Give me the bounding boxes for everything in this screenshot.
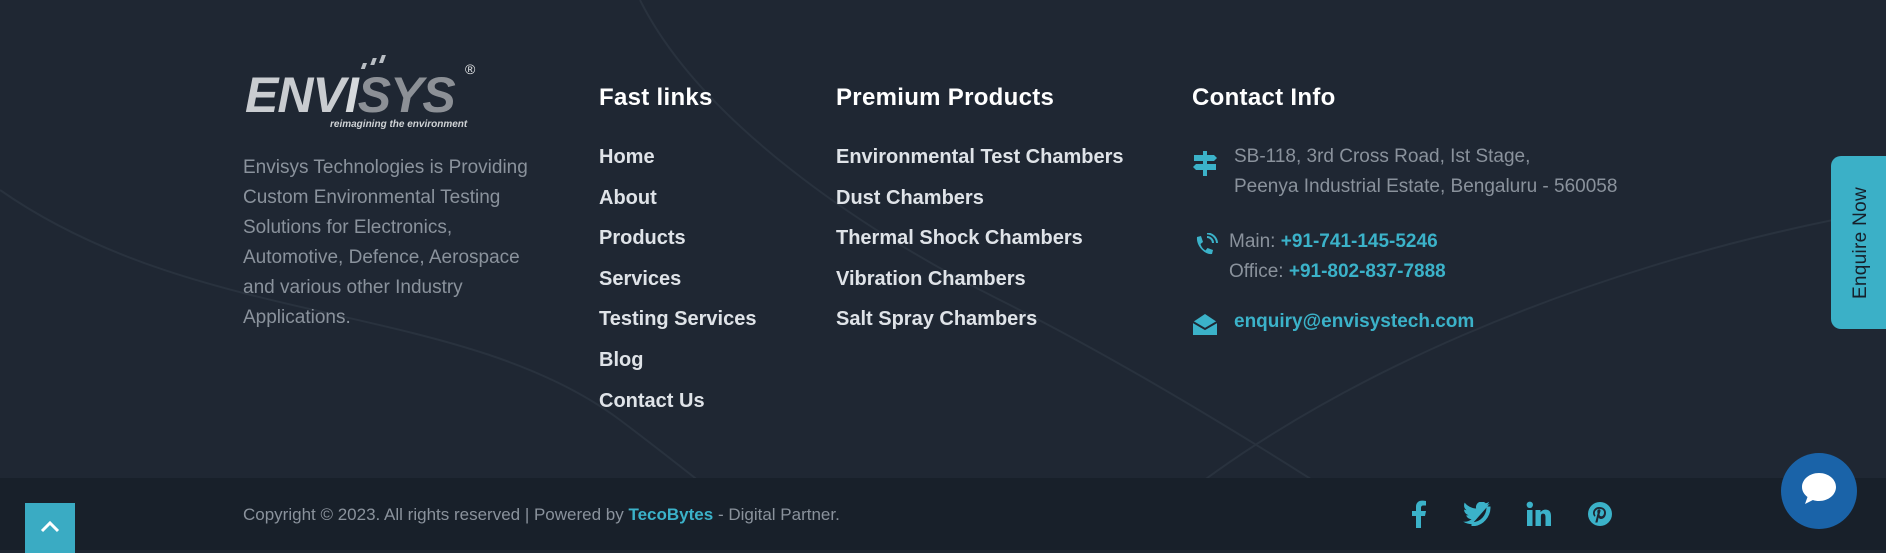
enquire-now-label: Enquire Now	[1850, 186, 1872, 299]
footer-main: ENVISYS ® reimagining the environment En…	[0, 0, 1886, 478]
main-phone-line: Main: +91-741-145-5246	[1229, 227, 1438, 257]
fast-link-products[interactable]: Products	[599, 227, 686, 249]
signpost-icon	[1192, 150, 1218, 176]
product-link-environmental-test-chambers[interactable]: Environmental Test Chambers	[836, 146, 1123, 168]
logo-graphic: ENVISYS ® reimagining the environment	[245, 55, 476, 130]
pinterest-icon	[1587, 501, 1613, 532]
fast-links-list: Home About Products Services Testing Ser…	[599, 143, 756, 427]
svg-text:ENVISYS: ENVISYS	[245, 67, 455, 123]
envelope-open-icon	[1192, 311, 1218, 337]
chevron-up-icon	[40, 519, 60, 538]
product-link-thermal-shock-chambers[interactable]: Thermal Shock Chambers	[836, 227, 1083, 249]
premium-products-title: Premium Products	[836, 84, 1055, 111]
scroll-to-top-button[interactable]	[25, 503, 75, 553]
facebook-link[interactable]	[1403, 500, 1435, 532]
registered-mark: ®	[465, 61, 476, 77]
product-link-dust-chambers[interactable]: Dust Chambers	[836, 187, 984, 209]
envisys-logo[interactable]: ENVISYS ® reimagining the environment	[243, 52, 483, 132]
main-phone-link[interactable]: +91-741-145-5246	[1281, 231, 1438, 252]
address-line-2: Peenya Industrial Estate, Bengaluru - 56…	[1234, 176, 1618, 197]
office-phone-line: Office: +91-802-837-7888	[1229, 257, 1446, 287]
premium-products-list: Environmental Test Chambers Dust Chamber…	[836, 143, 1123, 346]
email-link[interactable]: enquiry@envisystech.com	[1234, 307, 1474, 337]
linkedin-icon	[1526, 501, 1552, 532]
enquire-now-tab[interactable]: Enquire Now	[1831, 156, 1886, 329]
copyright-suffix: - Digital Partner.	[717, 505, 840, 524]
tecobytes-link[interactable]: TecoBytes	[628, 505, 713, 524]
phone-volume-icon	[1192, 232, 1218, 259]
address-line-1: SB-118, 3rd Cross Road, Ist Stage,	[1234, 146, 1531, 167]
copyright-text: Copyright © 2023. All rights reserved | …	[243, 503, 840, 527]
office-phone-label: Office:	[1229, 261, 1284, 282]
linkedin-link[interactable]	[1523, 500, 1555, 532]
copyright-prefix: Copyright © 2023. All rights reserved | …	[243, 505, 624, 524]
office-phone-link[interactable]: +91-802-837-7888	[1289, 261, 1446, 282]
contact-info-title: Contact Info	[1192, 84, 1336, 111]
logo-tagline: reimagining the environment	[330, 119, 468, 130]
fast-link-services[interactable]: Services	[599, 268, 681, 290]
twitter-link[interactable]	[1461, 500, 1493, 532]
product-link-vibration-chambers[interactable]: Vibration Chambers	[836, 268, 1026, 290]
fast-link-home[interactable]: Home	[599, 146, 655, 168]
twitter-icon	[1463, 501, 1491, 531]
chat-bubble-icon	[1800, 471, 1838, 512]
company-description: Envisys Technologies is Providing Custom…	[243, 157, 528, 328]
chat-button[interactable]	[1781, 453, 1857, 529]
product-link-salt-spray-chambers[interactable]: Salt Spray Chambers	[836, 308, 1037, 330]
pinterest-link[interactable]	[1584, 500, 1616, 532]
facebook-icon	[1411, 500, 1427, 533]
fast-link-contact-us[interactable]: Contact Us	[599, 390, 705, 412]
fast-link-testing-services[interactable]: Testing Services	[599, 308, 756, 330]
fast-link-about[interactable]: About	[599, 187, 657, 209]
fast-links-title: Fast links	[599, 84, 713, 111]
fast-link-blog[interactable]: Blog	[599, 349, 643, 371]
main-phone-label: Main:	[1229, 231, 1276, 252]
